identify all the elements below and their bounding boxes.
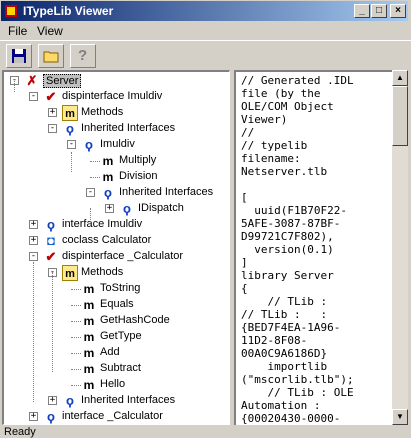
minimize-button[interactable]: _: [354, 4, 370, 18]
dispinterface-icon: ✔: [45, 249, 57, 264]
expand-icon[interactable]: +: [105, 204, 114, 213]
tree-node-label: Equals: [100, 298, 134, 310]
method-icon: m: [83, 362, 95, 376]
tree-connector: [52, 272, 53, 372]
vertical-scrollbar[interactable]: ▲ ▼: [392, 70, 408, 425]
collapse-icon[interactable]: -: [48, 124, 57, 133]
expand-icon[interactable]: +: [48, 108, 57, 117]
interface-icon: ϙ: [47, 217, 55, 232]
collapse-icon[interactable]: -: [29, 252, 38, 261]
expand-icon[interactable]: +: [29, 236, 38, 245]
save-icon: [12, 49, 26, 63]
idl-code-text: // Generated .IDL file (by the OLE/COM O…: [241, 74, 354, 425]
method-icon: m: [83, 378, 95, 392]
expand-icon[interactable]: +: [29, 220, 38, 229]
interface-icon: ϙ: [123, 201, 131, 216]
method-icon: m: [83, 346, 95, 360]
tree-connector: [71, 289, 81, 290]
methods-folder-icon: m: [62, 265, 78, 281]
tree-node-label: interface _Calculator: [62, 410, 163, 422]
tree-node-label: GetHashCode: [100, 314, 170, 326]
method-icon: m: [102, 170, 114, 184]
close-button[interactable]: ×: [390, 4, 406, 18]
tree-connector: [71, 305, 81, 306]
tree-node-label: Inherited Interfaces: [81, 394, 176, 406]
menu-bar: File View: [0, 22, 411, 40]
scroll-up-arrow-icon[interactable]: ▲: [392, 70, 408, 86]
collapse-icon[interactable]: -: [67, 140, 76, 149]
tree-node-label: Inherited Interfaces: [81, 122, 176, 134]
dispinterface-icon: ✔: [45, 89, 57, 104]
tree-node-label: interface Imuldiv: [62, 218, 143, 230]
tree-node-label: Methods: [81, 106, 124, 118]
tree-connector: [71, 321, 81, 322]
interface-icon: ϙ: [66, 393, 74, 408]
method-icon: m: [83, 330, 95, 344]
help-icon: ?: [78, 47, 88, 64]
tree-node-label: coclass Calculator: [62, 234, 152, 246]
tree-node-label: Inherited Interfaces: [119, 186, 214, 198]
method-icon: m: [83, 314, 95, 328]
window-title: ITypeLib Viewer: [23, 4, 114, 18]
collapse-icon[interactable]: -: [29, 92, 38, 101]
tree-connector: [71, 353, 81, 354]
coclass-icon: ◘: [47, 233, 55, 248]
scroll-thumb[interactable]: [392, 86, 408, 146]
expand-icon[interactable]: +: [29, 412, 38, 421]
method-icon: m: [102, 154, 114, 168]
tree-connector: [33, 262, 34, 402]
type-library-tree[interactable]: - ✗ Server - ✔ dispinterface Imuldiv + m Methods…: [2, 70, 230, 425]
save-button[interactable]: [6, 44, 32, 68]
tree-node-label: GetType: [100, 330, 142, 342]
open-button[interactable]: [38, 44, 64, 68]
methods-folder-icon: m: [62, 105, 78, 121]
help-button[interactable]: ?: [70, 44, 96, 68]
interface-icon: ϙ: [66, 121, 74, 136]
interface-icon: ϙ: [104, 185, 112, 200]
tree-node-label: IDispatch: [138, 202, 184, 214]
tree-connector: [90, 161, 100, 162]
status-bar: Ready: [0, 425, 411, 438]
folder-icon: [43, 51, 59, 63]
interface-icon: ϙ: [85, 137, 93, 152]
tree-node-label: Subtract: [100, 362, 141, 374]
title-bar: ITypeLib Viewer _ □ ×: [0, 0, 409, 22]
toolbar: ?: [0, 40, 411, 70]
maximize-button[interactable]: □: [371, 4, 387, 18]
expand-icon[interactable]: +: [48, 396, 57, 405]
tree-node-label: Division: [119, 170, 158, 182]
status-text: Ready: [4, 426, 36, 438]
app-icon: [5, 5, 17, 17]
scroll-down-arrow-icon[interactable]: ▼: [392, 409, 408, 425]
tree-connector: [90, 208, 91, 222]
tree-node-label: Methods: [81, 266, 124, 278]
collapse-icon[interactable]: -: [86, 188, 95, 197]
method-icon: m: [83, 282, 95, 296]
tree-connector: [90, 177, 100, 178]
tree-connector: [71, 385, 81, 386]
tree-node-label: ToString: [100, 282, 141, 294]
server-icon: ✗: [26, 73, 38, 88]
tree-node-label: Server: [43, 74, 82, 88]
tree-connector: [71, 152, 72, 172]
tree-node-label: Add: [100, 346, 120, 358]
method-icon: m: [83, 298, 95, 312]
tree-node-label: dispinterface Imuldiv: [62, 90, 163, 102]
tree-connector: [14, 81, 15, 92]
tree-node-label: Hello: [100, 378, 126, 390]
tree-node-label: dispinterface _Calculator: [62, 250, 184, 262]
interface-icon: ϙ: [47, 409, 55, 424]
menu-file[interactable]: File: [8, 24, 27, 38]
tree-node-label: Imuldiv: [100, 138, 135, 150]
tree-connector: [71, 337, 81, 338]
tree-connector: [71, 369, 81, 370]
menu-view[interactable]: View: [37, 24, 63, 38]
tree-node-label: Multiply: [119, 154, 157, 166]
idl-code-view[interactable]: // Generated .IDL file (by the OLE/COM O…: [234, 70, 392, 425]
